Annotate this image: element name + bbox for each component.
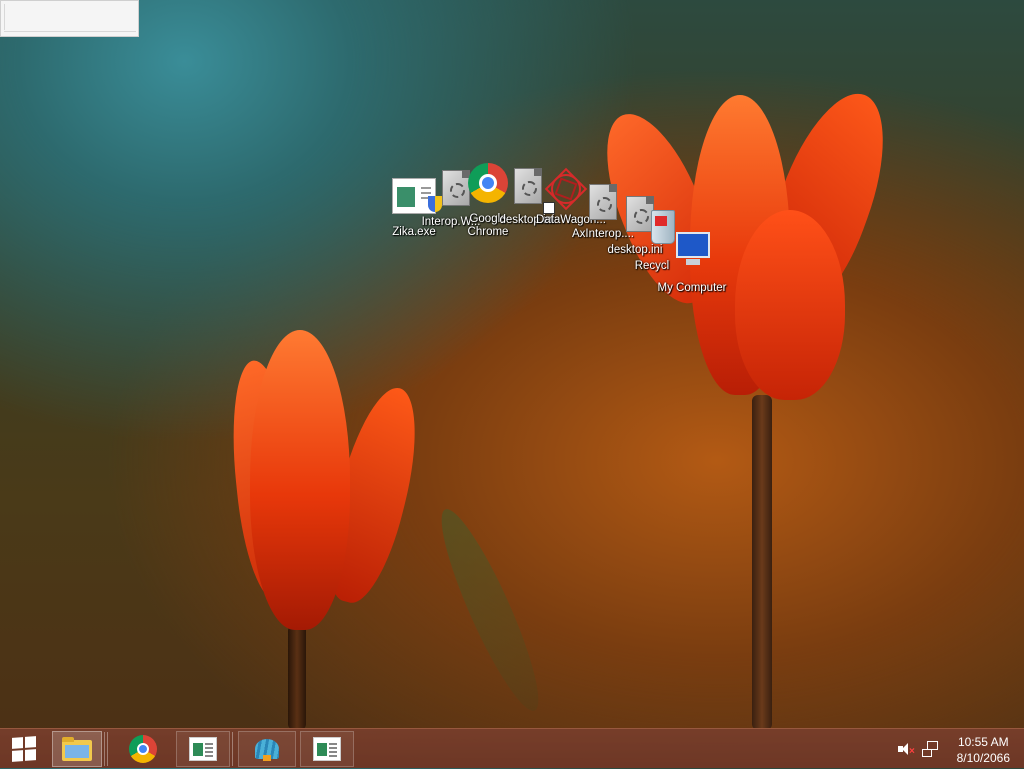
chrome-icon	[129, 735, 157, 763]
window-divider	[4, 31, 136, 32]
taskbar-app-window-2[interactable]	[300, 731, 354, 767]
taskbar-shell-app[interactable]	[238, 731, 296, 767]
taskbar-file-explorer[interactable]	[52, 731, 102, 767]
shield-icon	[428, 196, 442, 212]
taskbar-google-chrome[interactable]	[118, 731, 168, 767]
shortcut-arrow-icon	[543, 202, 555, 214]
taskbar-app-window-1[interactable]	[176, 731, 230, 767]
tulip-petal	[735, 210, 845, 400]
app-window-icon	[313, 737, 341, 761]
tulip-petal	[250, 330, 350, 630]
window-divider-vertical	[4, 4, 5, 30]
desktop-icon-label: My Computer	[657, 282, 727, 294]
clock-date: 8/10/2066	[956, 751, 1010, 765]
leaf	[426, 501, 554, 719]
network-icon[interactable]	[922, 741, 938, 757]
shell-icon	[253, 737, 281, 761]
app-window-icon	[189, 737, 217, 761]
desktop-icon-my-computer[interactable]: My Computer	[656, 232, 728, 295]
clock[interactable]: 10:55 AM 8/10/2066	[957, 734, 1010, 766]
start-button[interactable]	[6, 731, 42, 767]
empty-window-fragment[interactable]	[0, 0, 139, 37]
computer-icon	[672, 232, 712, 268]
tulip-stem-right	[752, 395, 772, 730]
taskbar-separator	[232, 732, 235, 766]
tulip-stem-left	[288, 625, 306, 730]
windows-logo-icon	[12, 736, 36, 762]
taskbar-separator	[104, 732, 108, 766]
volume-muted-icon[interactable]: ×	[898, 742, 915, 757]
taskbar: × 10:55 AM 8/10/2066	[0, 728, 1024, 768]
folder-icon	[62, 737, 92, 761]
clock-time: 10:55 AM	[957, 735, 1009, 749]
